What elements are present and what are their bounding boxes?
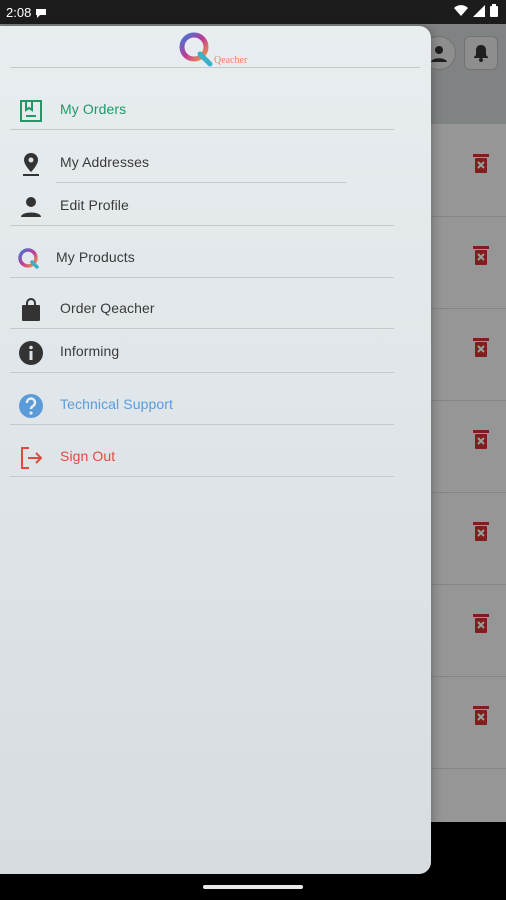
home-gesture-handle[interactable] bbox=[203, 885, 303, 889]
drawer-item-label: Informing bbox=[60, 343, 120, 359]
drawer-item-my-orders[interactable]: My Orders bbox=[0, 88, 431, 132]
drawer-item-label: My Addresses bbox=[60, 154, 150, 170]
drawer-item-label: Edit Profile bbox=[60, 197, 129, 213]
drawer-item-label: Order Qeacher bbox=[60, 300, 155, 316]
q-logo-icon bbox=[179, 32, 213, 67]
status-icons bbox=[454, 4, 498, 17]
brand-name: Qeacher bbox=[214, 55, 248, 66]
sign-out-icon bbox=[21, 447, 43, 469]
notification-icon bbox=[35, 7, 47, 18]
divider bbox=[10, 225, 394, 226]
person-icon bbox=[21, 197, 41, 217]
divider bbox=[10, 372, 394, 373]
drawer-item-my-addresses[interactable]: My Addresses bbox=[0, 141, 431, 185]
drawer-item-edit-profile[interactable]: Edit Profile bbox=[0, 184, 431, 228]
q-logo-icon bbox=[18, 248, 39, 269]
divider bbox=[10, 277, 394, 278]
shopping-bag-icon bbox=[22, 298, 40, 321]
drawer-item-label: My Orders bbox=[60, 101, 127, 117]
drawer-item-order-qeacher[interactable]: Order Qeacher bbox=[0, 287, 431, 331]
drawer-item-my-products[interactable]: My Products bbox=[0, 236, 431, 280]
help-icon bbox=[19, 394, 43, 418]
navigation-drawer: Qeacher My Orders My Addresses Edit Prof… bbox=[0, 26, 431, 874]
divider bbox=[10, 328, 394, 329]
orders-icon bbox=[20, 100, 42, 122]
drawer-item-label: Technical Support bbox=[60, 396, 173, 412]
info-icon bbox=[19, 341, 43, 365]
divider bbox=[10, 129, 394, 130]
app-logo: Qeacher bbox=[178, 30, 268, 70]
drawer-item-technical-support[interactable]: Technical Support bbox=[0, 383, 431, 427]
status-bar: 2:08 bbox=[0, 0, 506, 24]
divider bbox=[10, 67, 420, 68]
drawer-item-sign-out[interactable]: Sign Out bbox=[0, 435, 431, 479]
status-time: 2:08 bbox=[6, 4, 32, 20]
signal-icon bbox=[473, 4, 485, 17]
divider bbox=[56, 182, 346, 183]
wifi-icon bbox=[454, 4, 468, 16]
drawer-item-informing[interactable]: Informing bbox=[0, 330, 431, 374]
drawer-item-label: My Products bbox=[56, 249, 135, 265]
location-pin-icon bbox=[23, 153, 39, 176]
divider bbox=[10, 424, 394, 425]
divider bbox=[10, 476, 394, 477]
battery-icon bbox=[490, 4, 498, 17]
drawer-item-label: Sign Out bbox=[60, 448, 116, 464]
